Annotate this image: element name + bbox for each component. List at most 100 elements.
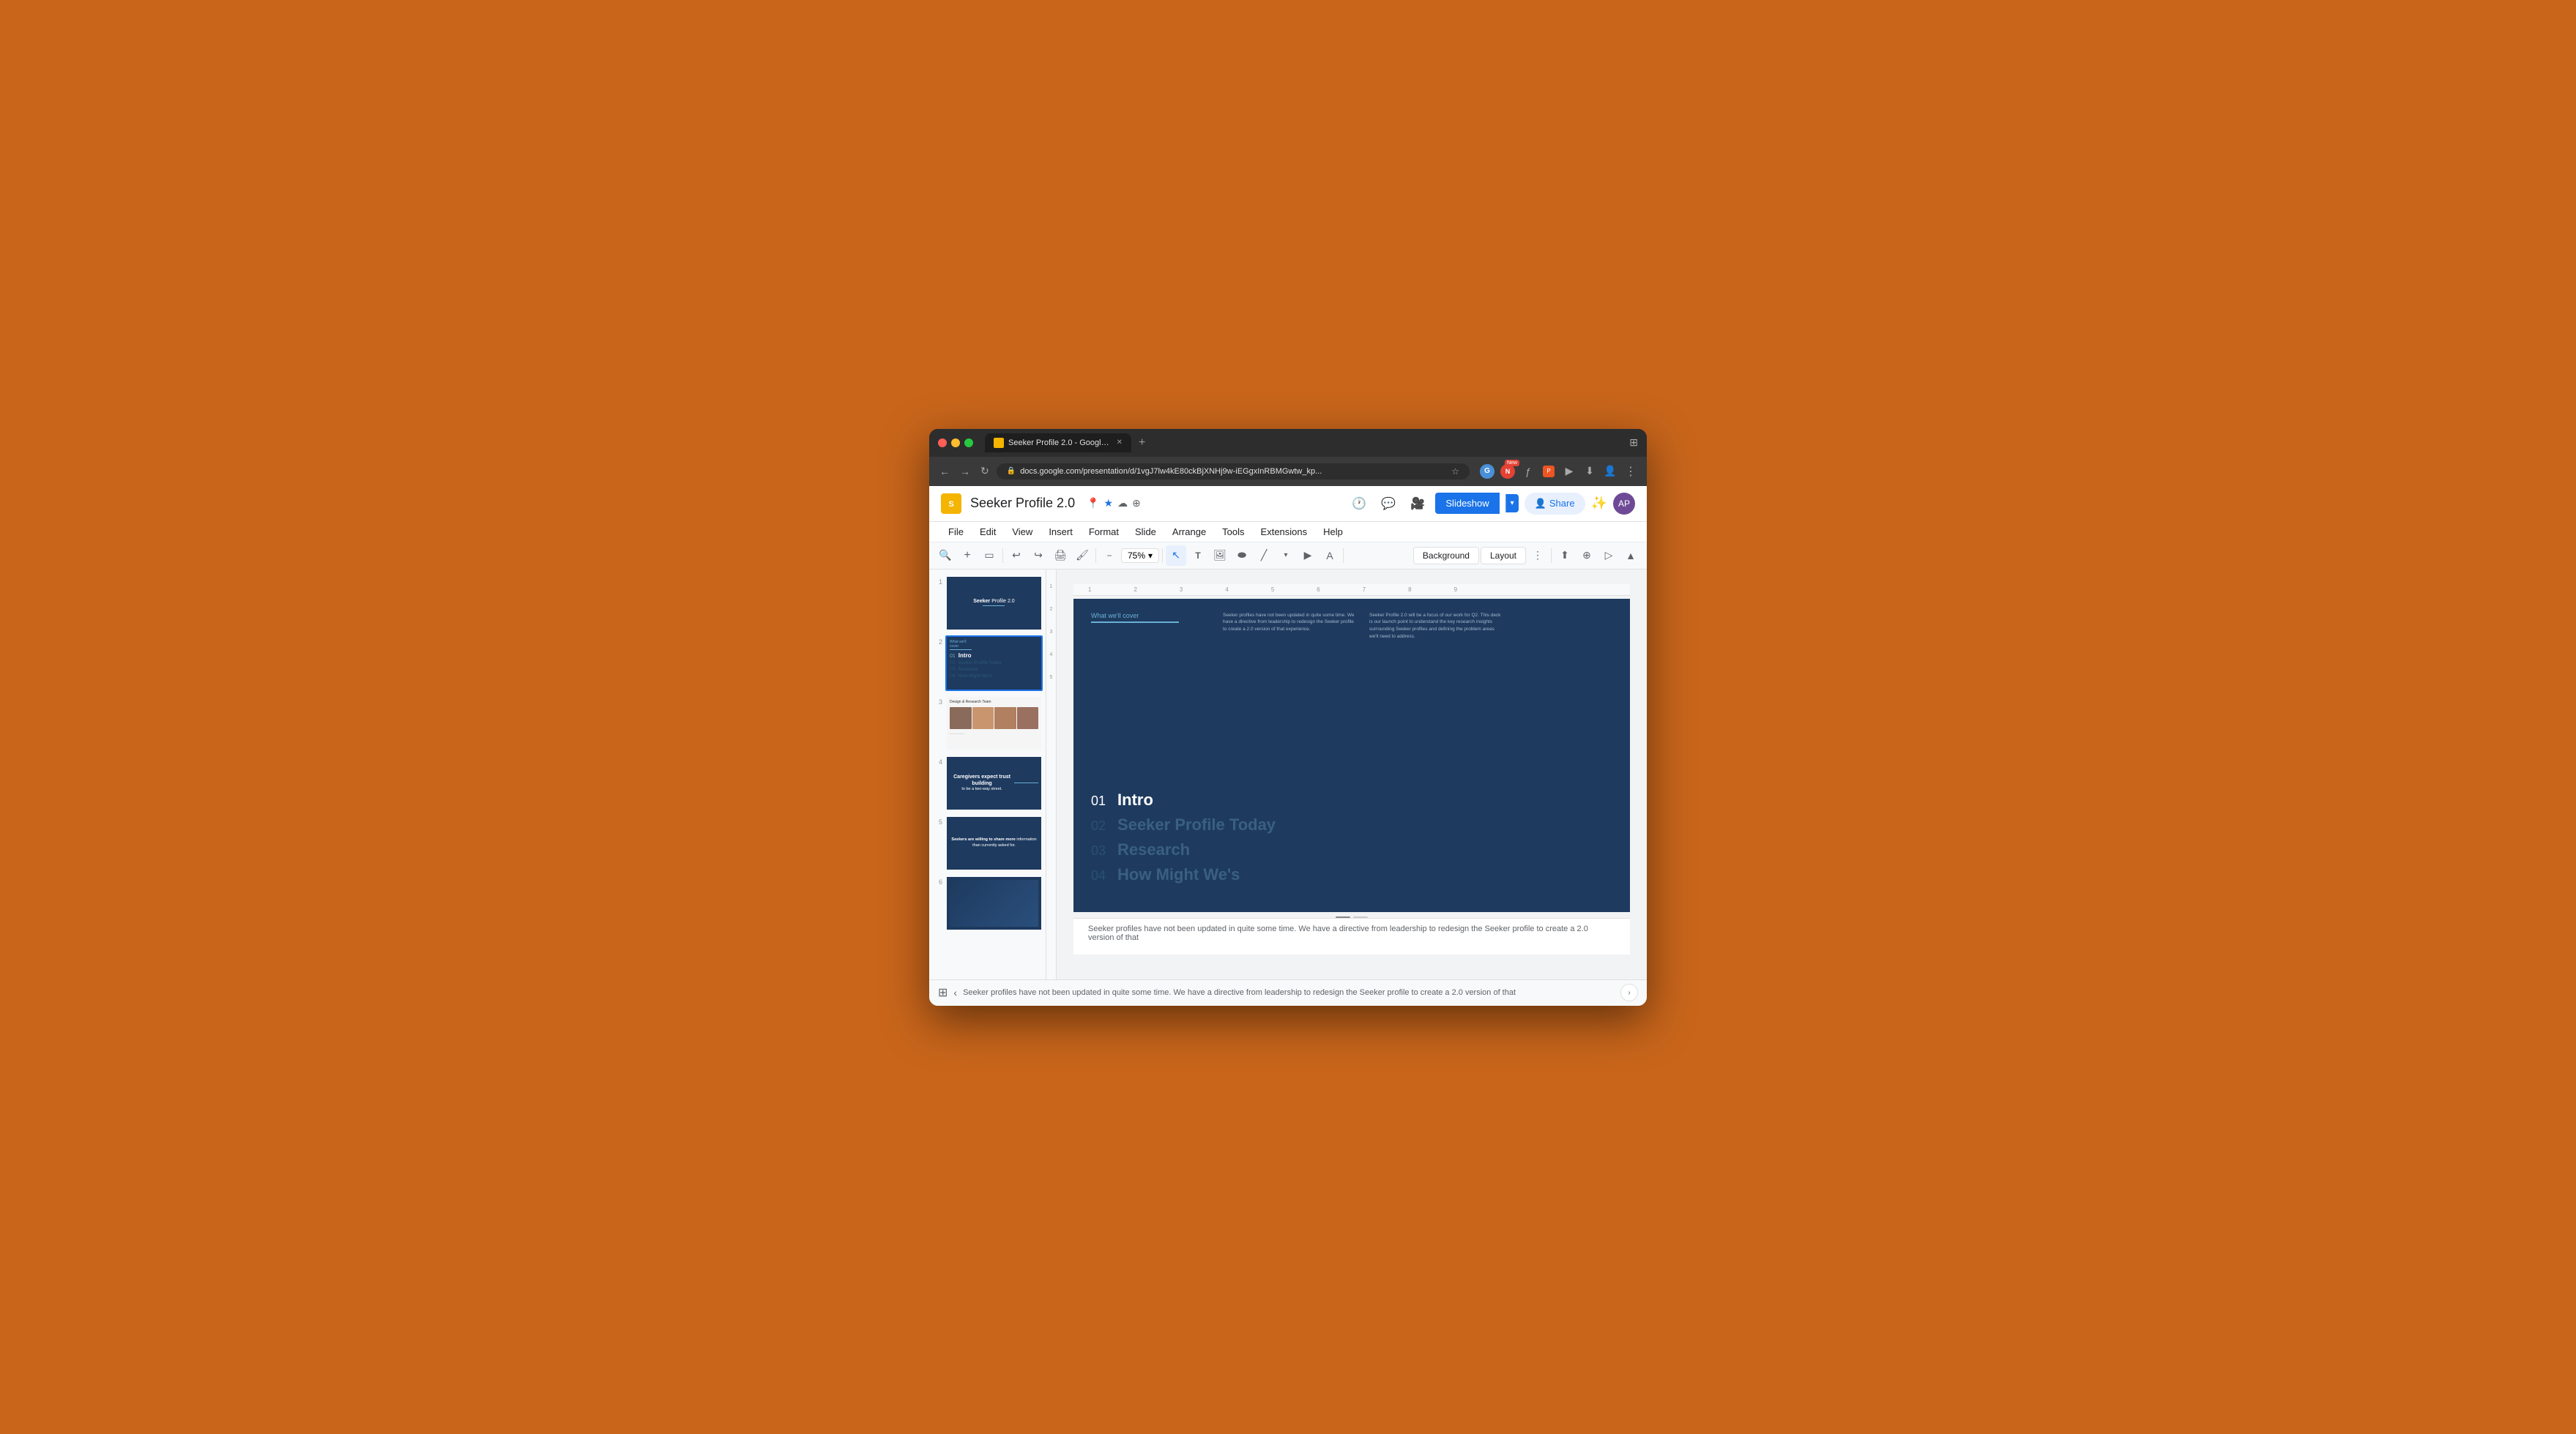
menu-extensions[interactable]: Extensions <box>1254 523 1315 540</box>
maximize-button[interactable] <box>964 438 973 447</box>
menu-help[interactable]: Help <box>1316 523 1350 540</box>
redo-tool[interactable]: ↪ <box>1028 545 1049 566</box>
slide-thumbnail-2[interactable]: What we'll cover 01Intro 02Seeker Profil… <box>945 635 1043 691</box>
location-pin-icon[interactable]: 📍 <box>1087 497 1099 509</box>
toc-label-4: How Might We's <box>1117 865 1240 884</box>
slide-number-3: 3 <box>932 695 942 706</box>
image-insert-tool[interactable]: ▭ <box>979 545 999 566</box>
new-tab-button[interactable]: + <box>1134 436 1150 449</box>
background-button[interactable]: Background <box>1413 547 1479 564</box>
slide-item-3[interactable]: 3 Design & Research Team ————— <box>932 695 1043 751</box>
history-button[interactable]: 🕐 <box>1347 492 1371 515</box>
slide-paragraph-1: Seeker profiles have not been updated in… <box>1223 612 1355 641</box>
browser-window: Seeker Profile 2.0 - Google S ✕ + ⊞ ← → … <box>929 429 1647 1006</box>
slide-thumbnail-1[interactable]: Seeker Profile 2.0 <box>945 575 1043 631</box>
zoom-out-tool[interactable]: − <box>1099 545 1120 566</box>
document-title[interactable]: Seeker Profile 2.0 <box>970 496 1075 511</box>
print-tool[interactable]: 🖨 <box>1050 545 1071 566</box>
slide-thumbnail-5[interactable]: Seekers are willing to share more inform… <box>945 815 1043 871</box>
slide-number-2: 2 <box>932 635 942 646</box>
extension-5[interactable]: ▶ <box>1560 463 1578 480</box>
refresh-button[interactable]: ↻ <box>978 462 992 480</box>
wordart-tool[interactable]: A <box>1319 545 1340 566</box>
slide-item-2[interactable]: 2 What we'll cover 01Intro 02Seeker Prof… <box>932 635 1043 691</box>
tab-close-icon[interactable]: ✕ <box>1117 438 1123 447</box>
ai-assistant-button[interactable]: ✨ <box>1591 496 1607 511</box>
extension-1[interactable]: G <box>1478 463 1496 480</box>
minimize-button[interactable] <box>951 438 960 447</box>
canvas-area[interactable]: 1 2 3 4 5 6 7 8 9 What we'll cover <box>1057 570 1647 979</box>
menu-view[interactable]: View <box>1005 523 1040 540</box>
header-right-controls: 🕐 💬 🎥 Slideshow ▾ 👤 File Share ✨ AP <box>1347 492 1635 515</box>
more-options-icon[interactable]: ⋮ <box>1622 463 1639 480</box>
user-avatar[interactable]: AP <box>1613 493 1635 515</box>
line-tool[interactable]: ╱ <box>1254 545 1274 566</box>
address-bar[interactable]: 🔒 docs.google.com/presentation/d/1vgJ7lw… <box>997 463 1470 479</box>
toolbar-separator-1 <box>1002 548 1003 563</box>
slideshow-button[interactable]: Slideshow <box>1435 493 1499 514</box>
paint-format-tool[interactable]: 🖌 <box>1072 545 1092 566</box>
slide-thumbnail-3[interactable]: Design & Research Team ————— <box>945 695 1043 751</box>
grid-view-button[interactable]: ⊞ <box>938 985 948 1000</box>
star-icon[interactable]: ★ <box>1104 497 1114 509</box>
extension-new[interactable]: N New <box>1499 463 1516 480</box>
animate-tool[interactable]: ▷ <box>1598 545 1619 566</box>
more-tools[interactable]: ⋮ <box>1527 545 1548 566</box>
slide-number-4: 4 <box>932 755 942 766</box>
share-button[interactable]: 👤 File Share <box>1525 493 1585 515</box>
slide-item-4[interactable]: 4 Caregivers expect trust building to be… <box>932 755 1043 811</box>
extension-6[interactable]: ⬇ <box>1581 463 1598 480</box>
collapse-toolbar[interactable]: ▲ <box>1620 545 1641 566</box>
toc-number-4: 04 <box>1091 868 1106 884</box>
add-tool[interactable]: + <box>957 545 978 566</box>
image-tool[interactable]: 🖼 <box>1210 545 1230 566</box>
slide-item-5[interactable]: 5 Seekers are willing to share more info… <box>932 815 1043 871</box>
video-tool[interactable]: ▶ <box>1298 545 1318 566</box>
undo-tool[interactable]: ↩ <box>1006 545 1027 566</box>
slide-item-1[interactable]: 1 Seeker Profile 2.0 <box>932 575 1043 631</box>
slide-thumbnail-4[interactable]: Caregivers expect trust building to be a… <box>945 755 1043 811</box>
speaker-notes[interactable]: Seeker profiles have not been updated in… <box>1073 918 1630 955</box>
back-button[interactable]: ← <box>937 463 953 480</box>
menu-slide[interactable]: Slide <box>1128 523 1164 540</box>
text-tool[interactable]: T <box>1188 545 1208 566</box>
cloud-icon[interactable]: ☁ <box>1117 497 1128 509</box>
toc-label-2: Seeker Profile Today <box>1117 815 1276 834</box>
slide-main[interactable]: What we'll cover Seeker profiles have no… <box>1073 599 1630 912</box>
zoom-control[interactable]: 75% ▾ <box>1121 548 1159 563</box>
select-tool[interactable]: ⊕ <box>1577 545 1597 566</box>
slide-item-6[interactable]: 6 <box>932 875 1043 931</box>
camera-button[interactable]: 🎥 <box>1406 492 1429 515</box>
menu-arrange[interactable]: Arrange <box>1165 523 1213 540</box>
menu-insert[interactable]: Insert <box>1041 523 1080 540</box>
shape-tool[interactable]: ⬬ <box>1232 545 1252 566</box>
slide-panel[interactable]: 1 Seeker Profile 2.0 2 <box>929 570 1046 979</box>
cursor-tool[interactable]: ↖ <box>1166 545 1186 566</box>
expand-notes-button[interactable]: › <box>1620 984 1638 1001</box>
slide-toc: 01 Intro 02 Seeker Profile Today 03 Rese… <box>1091 791 1612 890</box>
gdrive-icon[interactable]: ⊕ <box>1132 497 1141 509</box>
extensions-icon[interactable]: ⊞ <box>1629 436 1638 449</box>
menu-edit[interactable]: Edit <box>972 523 1003 540</box>
search-tool[interactable]: 🔍 <box>935 545 956 566</box>
extension-3[interactable]: ƒ <box>1519 463 1537 480</box>
line-dropdown[interactable]: ▾ <box>1276 545 1296 566</box>
collapse-panel-button[interactable]: ‹ <box>953 987 957 998</box>
slide-number-1: 1 <box>932 575 942 586</box>
toolbar-separator-3 <box>1162 548 1163 563</box>
slide-thumbnail-6[interactable] <box>945 875 1043 931</box>
menu-file[interactable]: File <box>941 523 971 540</box>
close-button[interactable] <box>938 438 947 447</box>
bookmark-icon[interactable]: ☆ <box>1451 466 1459 477</box>
extension-4[interactable]: P <box>1540 463 1557 480</box>
extension-7[interactable]: 👤 <box>1601 463 1619 480</box>
menu-format[interactable]: Format <box>1082 523 1126 540</box>
active-tab[interactable]: Seeker Profile 2.0 - Google S ✕ <box>985 433 1131 452</box>
layout-button[interactable]: Layout <box>1481 547 1526 564</box>
forward-button[interactable]: → <box>957 463 973 480</box>
slideshow-dropdown[interactable]: ▾ <box>1505 494 1519 512</box>
comments-button[interactable]: 💬 <box>1377 492 1400 515</box>
toc-row-1: 01 Intro <box>1091 791 1612 810</box>
upload-image-tool[interactable]: ⬆ <box>1555 545 1575 566</box>
menu-tools[interactable]: Tools <box>1215 523 1251 540</box>
